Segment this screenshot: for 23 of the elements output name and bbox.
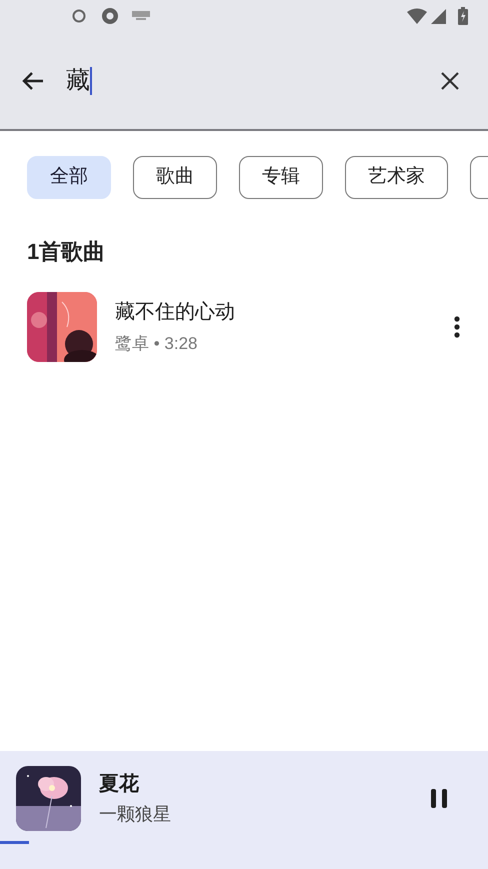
more-icon: [454, 316, 460, 338]
now-playing-title: 夏花: [99, 772, 140, 797]
battery-icon: [458, 7, 468, 25]
pause-icon: [431, 789, 447, 808]
circle-icon: [72, 9, 86, 23]
results-heading: 1首歌曲: [26, 238, 106, 266]
record-icon: [100, 6, 120, 26]
now-playing-bar[interactable]: 夏花 一颗狼星: [0, 751, 488, 869]
song-subtitle: 鹭卓 • 3:28: [115, 333, 198, 356]
filter-chip[interactable]: 歌曲: [133, 156, 217, 199]
song-title: 藏不住的心动: [115, 300, 236, 326]
keyboard-icon: [132, 11, 150, 21]
filter-chip[interactable]: 艺术家: [345, 156, 448, 199]
back-arrow-icon: [22, 70, 44, 90]
filter-chip[interactable]: 专辑: [239, 156, 323, 199]
song-row[interactable]: 藏不住的心动 鹭卓 • 3:28: [0, 292, 488, 362]
filter-chip[interactable]: 全部: [27, 156, 111, 199]
wifi-icon: [407, 8, 427, 24]
pause-button[interactable]: [430, 788, 448, 810]
now-playing-artist: 一颗狼星: [99, 803, 172, 826]
signal-icon: [431, 8, 446, 24]
more-button[interactable]: [452, 315, 462, 339]
close-icon: [441, 72, 459, 90]
